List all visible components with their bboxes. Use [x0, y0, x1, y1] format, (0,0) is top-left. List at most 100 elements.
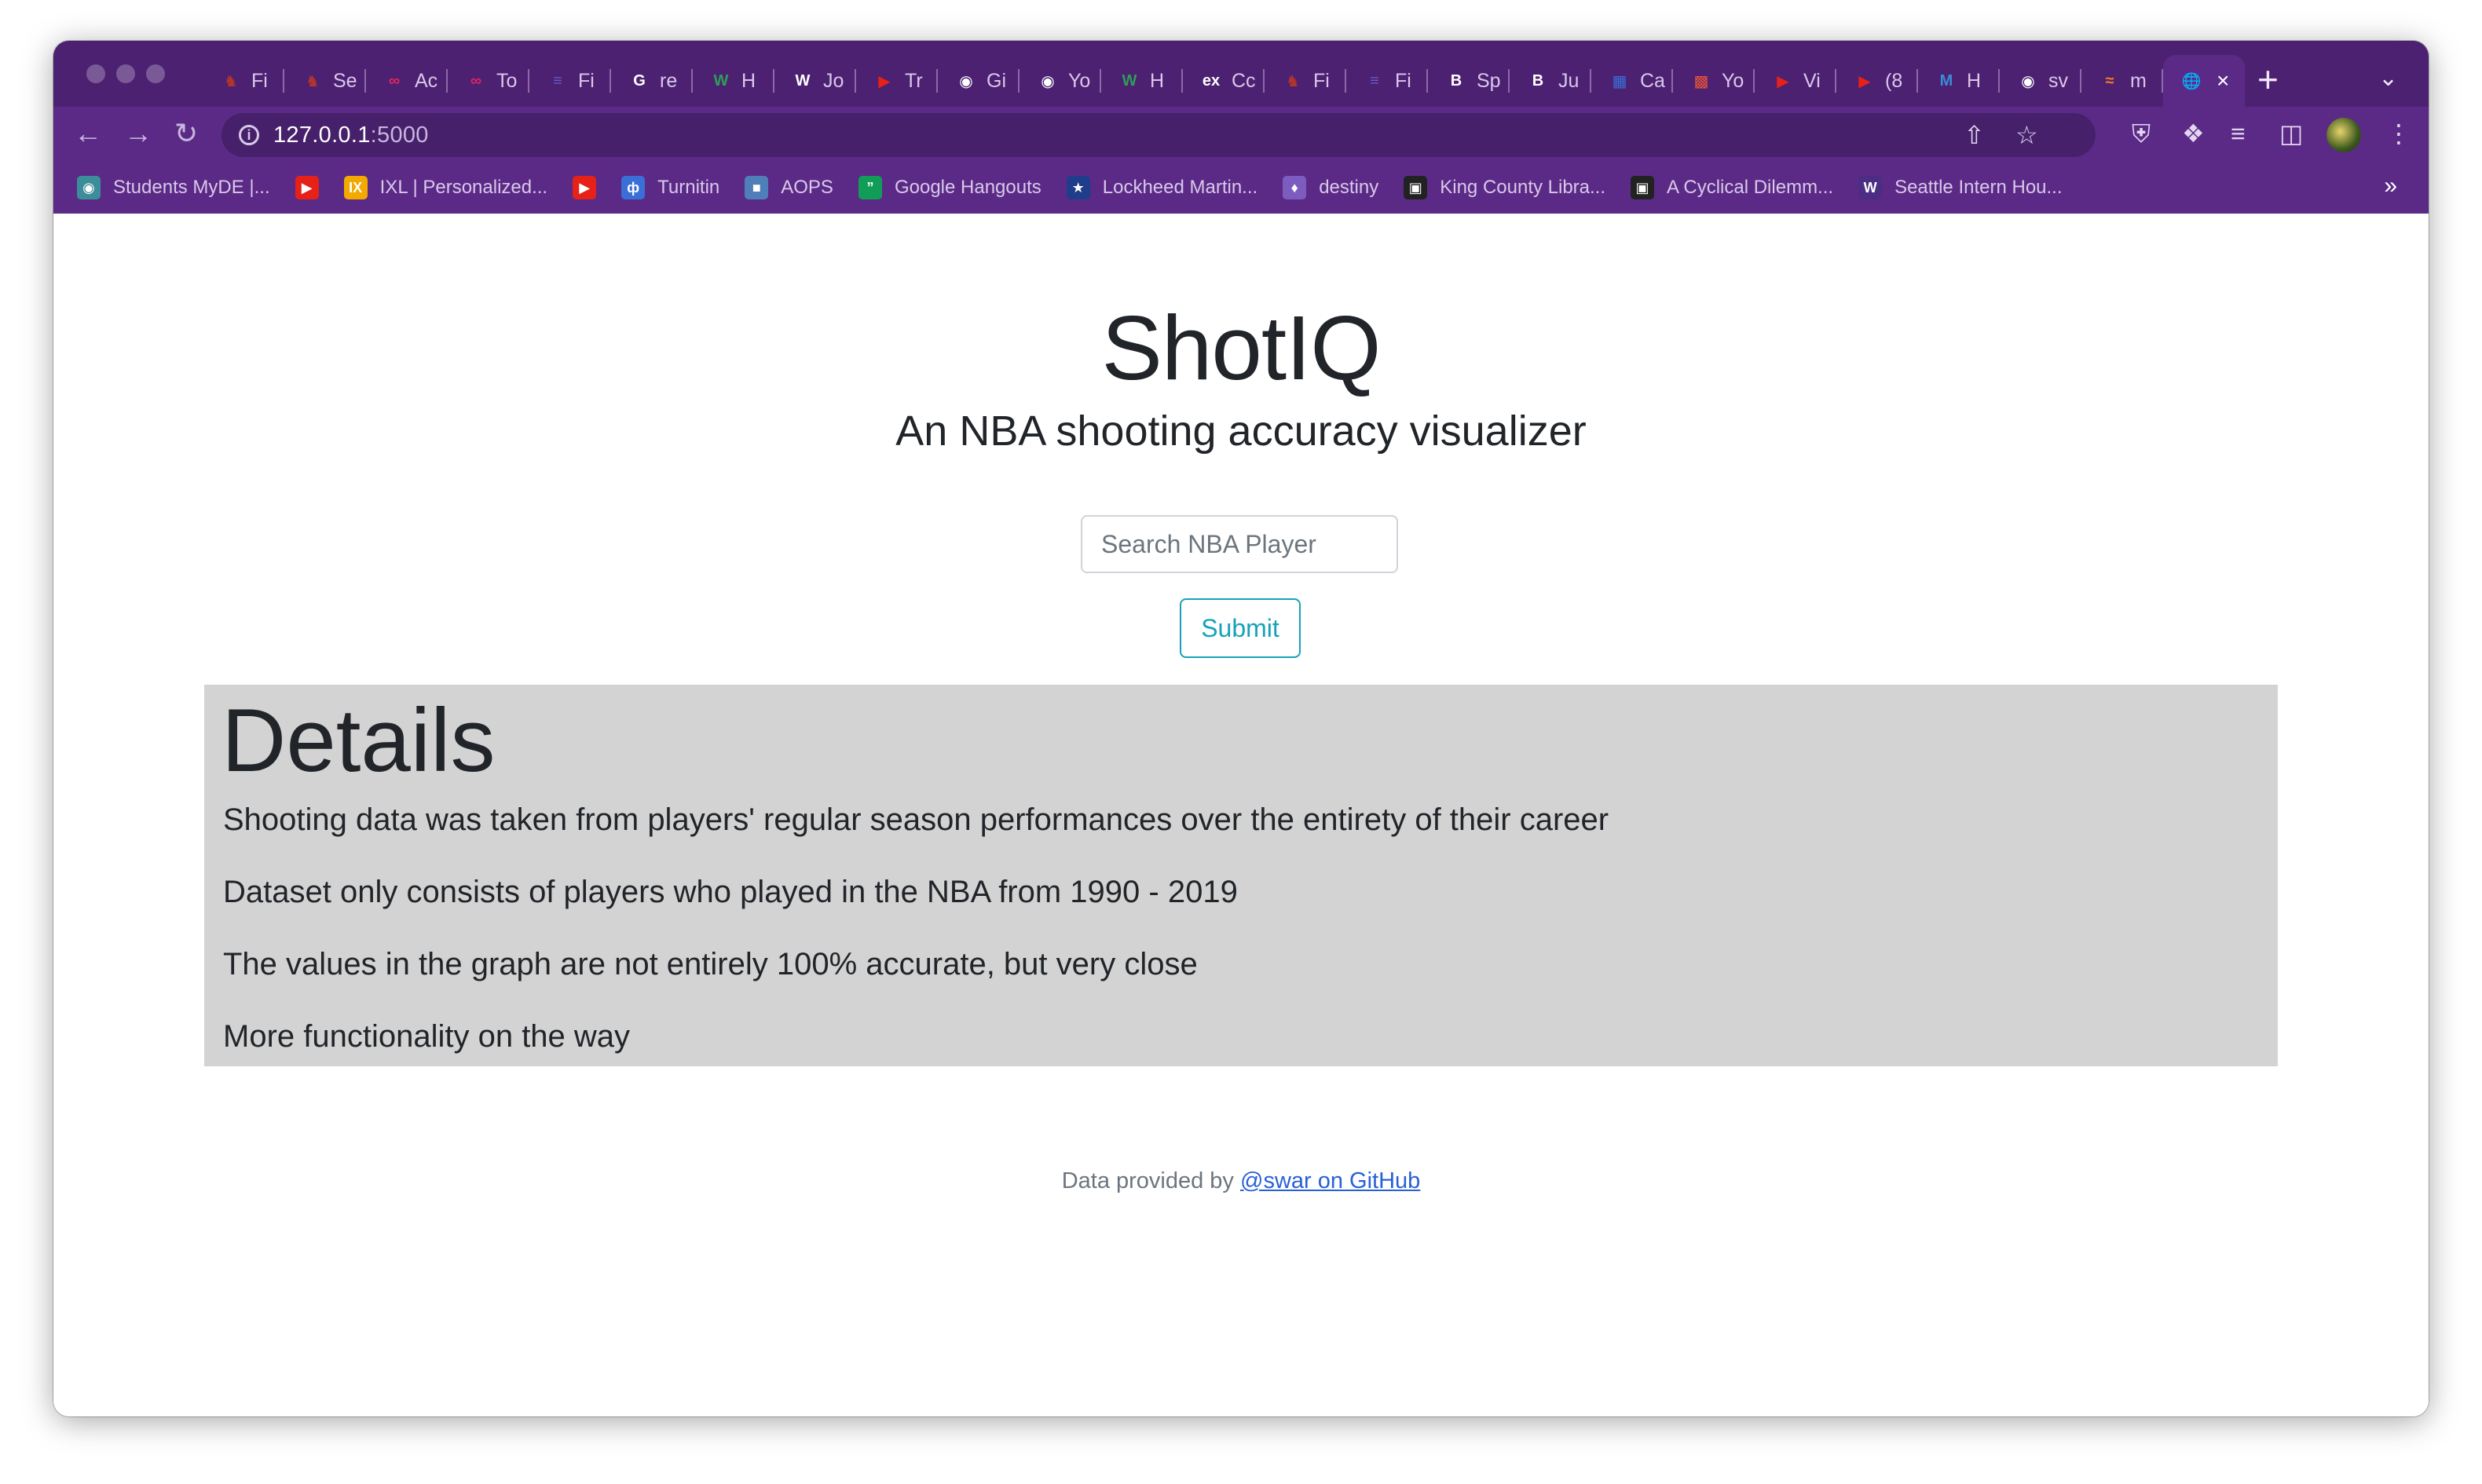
- browser-tab[interactable]: ≡ Fi: [1346, 55, 1428, 107]
- tab-title: (8: [1885, 69, 1903, 92]
- bold-b-icon: B: [1450, 71, 1462, 90]
- tab-title: Tr: [905, 69, 923, 92]
- bookmark-item[interactable]: ▣ King County Libra...: [1404, 176, 1605, 199]
- url-text[interactable]: 127.0.0.1:5000: [273, 122, 429, 148]
- bookmark-item[interactable]: ▶: [573, 176, 597, 199]
- browser-tab[interactable]: ◉ Gi: [938, 55, 1020, 107]
- github-link[interactable]: @swar on GitHub: [1240, 1168, 1420, 1193]
- bookmark-label: AOPS: [781, 177, 833, 198]
- turnitin-icon: ф: [621, 176, 646, 199]
- browser-tab[interactable]: ▩ Yo: [1673, 55, 1755, 107]
- list-icon: ≡: [1370, 71, 1379, 90]
- browser-tab[interactable]: W Jo: [774, 55, 856, 107]
- new-tab-button[interactable]: +: [2257, 61, 2279, 97]
- maximize-window-button[interactable]: [146, 64, 165, 83]
- tab-title: Se: [333, 69, 357, 92]
- bookmark-label: destiny: [1319, 177, 1379, 198]
- close-tab-icon[interactable]: ×: [2217, 68, 2229, 93]
- bookmark-item[interactable]: ▣ A Cyclical Dilemm...: [1631, 176, 1833, 199]
- close-window-button[interactable]: [86, 64, 105, 83]
- tab-title: Gi: [987, 69, 1006, 92]
- footer-text: Data provided by: [1061, 1168, 1240, 1193]
- photo-icon: ▣: [1631, 176, 1655, 199]
- bookmark-item[interactable]: ★ Lockheed Martin...: [1066, 176, 1257, 199]
- tab-title: To: [496, 69, 518, 92]
- bookmark-label: Students MyDE |...: [113, 177, 270, 198]
- footer: Data provided by @swar on GitHub: [53, 1168, 2429, 1194]
- tab-search-chevron-icon[interactable]: ⌄: [2378, 64, 2398, 92]
- bookmark-item[interactable]: ■ AOPS: [745, 176, 833, 199]
- browser-tab[interactable]: ◉ sv: [2000, 55, 2081, 107]
- info-icon[interactable]: i: [239, 125, 259, 145]
- tab-title: Yo: [1722, 69, 1744, 92]
- browser-tab[interactable]: ▶ Tr: [856, 55, 938, 107]
- address-bar[interactable]: i 127.0.0.1:5000 ⇧ ☆: [221, 113, 2096, 157]
- youtube-icon: ▶: [295, 176, 319, 199]
- shield-extension-icon[interactable]: ⛨: [2132, 118, 2151, 149]
- stack-icon: ≈: [2105, 71, 2114, 90]
- loop-icon: ∞: [470, 71, 482, 90]
- bookmark-item[interactable]: ” Google Hangouts: [858, 176, 1041, 199]
- tab-title: re: [660, 69, 678, 92]
- active-browser-tab[interactable]: 🌐 ×: [2163, 55, 2245, 107]
- profile-avatar[interactable]: [2326, 118, 2361, 152]
- bookmark-item[interactable]: ♦ destiny: [1283, 176, 1378, 199]
- star-icon: ★: [1066, 176, 1090, 199]
- more-bookmarks-icon[interactable]: »: [2384, 173, 2397, 199]
- browser-tab[interactable]: B Sp: [1428, 55, 1510, 107]
- browser-tab[interactable]: WH: [693, 55, 774, 107]
- minimize-window-button[interactable]: [116, 64, 135, 83]
- page-content: ShotIQ An NBA shooting accuracy visualiz…: [53, 214, 2429, 1416]
- browser-tab[interactable]: WH: [1101, 55, 1183, 107]
- share-icon[interactable]: ⇧: [1964, 113, 1985, 157]
- bookmark-item[interactable]: IX IXL | Personalized...: [343, 176, 547, 199]
- browser-tab[interactable]: ◉ Yo: [1020, 55, 1101, 107]
- details-line-accuracy-note: The values in the graph are not entirely…: [223, 947, 1198, 981]
- side-panel-icon[interactable]: ◫: [2279, 118, 2303, 149]
- browser-tab[interactable]: ex Cc: [1183, 55, 1265, 107]
- bold-b-icon: B: [1532, 71, 1544, 90]
- browser-window: ♞ Fi ♞ Se ∞ Ac ∞ To ≡ Fi Gre W H W Jo ▶ Tr ◉ Gi ◉ Yo W Hex Cc ♞ F…: [53, 41, 2429, 1416]
- browser-tab[interactable]: MH: [1918, 55, 2000, 107]
- library-icon: ▣: [1404, 176, 1428, 199]
- extensions-puzzle-icon[interactable]: ❖: [2182, 118, 2205, 149]
- browser-tab[interactable]: B Ju: [1510, 55, 1591, 107]
- hangouts-icon: ”: [858, 176, 882, 199]
- flame-icon: ♦: [1283, 176, 1307, 199]
- wikipedia-icon: W: [795, 71, 811, 90]
- back-arrow-icon[interactable]: ←: [74, 116, 102, 151]
- browser-tab[interactable]: ≈ m: [2081, 55, 2163, 107]
- browser-tab[interactable]: ▶ (8: [1836, 55, 1918, 107]
- details-line-more-coming: More functionality on the way: [223, 1019, 631, 1054]
- browser-tab[interactable]: ▶ Vi: [1755, 55, 1836, 107]
- browser-tab[interactable]: Gre: [611, 55, 693, 107]
- bookmark-star-icon[interactable]: ☆: [2015, 113, 2038, 157]
- tab-strip: ♞ Fi ♞ Se ∞ Ac ∞ To ≡ Fi Gre W H W Jo ▶ Tr ◉ Gi ◉ Yo W Hex Cc ♞ F…: [53, 41, 2429, 107]
- bookmark-item[interactable]: ▶: [295, 176, 319, 199]
- bookmark-label: Turnitin: [657, 177, 720, 198]
- m-icon: M: [1939, 71, 1953, 90]
- submit-button[interactable]: Submit: [1180, 598, 1301, 658]
- bookmark-item[interactable]: W Seattle Intern Hou...: [1858, 176, 2063, 199]
- player-search-input[interactable]: [1081, 515, 1398, 573]
- reload-icon[interactable]: ↻: [174, 116, 198, 151]
- bookmark-item[interactable]: ◉ Students MyDE |...: [77, 176, 270, 199]
- tab-title: Fi: [251, 69, 268, 92]
- browser-tab[interactable]: ▦ Ca: [1591, 55, 1673, 107]
- bookmark-label: A Cyclical Dilemm...: [1667, 177, 1834, 198]
- reading-list-icon[interactable]: ≡: [2231, 118, 2246, 149]
- kebab-menu-icon[interactable]: ⋮: [2386, 118, 2411, 149]
- browser-tab[interactable]: ∞ Ac: [366, 55, 448, 107]
- bookmark-item[interactable]: ф Turnitin: [621, 176, 719, 199]
- github-icon: ◉: [959, 72, 973, 90]
- tab-title: sv: [2048, 69, 2068, 92]
- browser-tab[interactable]: ♞ Se: [284, 55, 366, 107]
- browser-tab[interactable]: ≡ Fi: [529, 55, 611, 107]
- browser-tab[interactable]: ∞ To: [448, 55, 529, 107]
- w-icon: W: [713, 71, 729, 90]
- forward-arrow-icon[interactable]: →: [124, 116, 152, 151]
- browser-tab[interactable]: ♞ Fi: [203, 55, 284, 107]
- details-heading: Details: [221, 691, 496, 791]
- browser-tab[interactable]: ♞ Fi: [1265, 55, 1346, 107]
- tab-title: Vi: [1803, 69, 1821, 92]
